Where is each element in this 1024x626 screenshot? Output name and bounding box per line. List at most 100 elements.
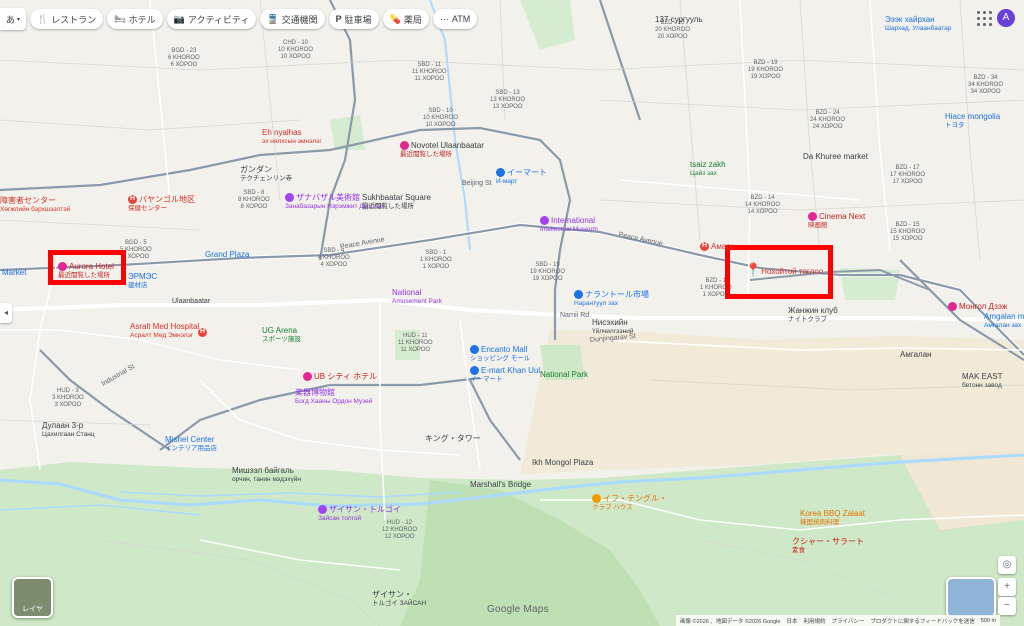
poi-national-park[interactable]: National Park (540, 370, 588, 379)
district-label: BZD - 14 14 KHOROO 14 ХОРОО (745, 195, 781, 215)
layers-label: レイヤ (22, 606, 43, 613)
zoom-out-button[interactable]: − (998, 597, 1016, 615)
poi-sukhbaatar-square[interactable]: Sukhbaatar Square 最近閲覧した場所 (362, 193, 431, 211)
poi-novotel[interactable]: Novotel Ulaanbaatar 最近閲覧した場所 (400, 141, 484, 159)
fork-knife-icon: 🍴 (37, 13, 49, 24)
apps-grid-icon[interactable] (975, 9, 995, 29)
poi-dulaan-station[interactable]: Дулаан 3-р Цахилгаан Станц (42, 421, 95, 439)
camera-icon: 📷 (173, 13, 185, 24)
shopping-cart-icon (496, 168, 505, 178)
district-label: SBD - 10 10 KHOROO 10 ХОРОО (423, 108, 459, 128)
ime-indicator[interactable]: あ ▾ (0, 8, 26, 30)
chevron-down-icon: ▾ (17, 16, 21, 23)
poi-zhanzhin-club[interactable]: Жанжин клуб ナイトクラブ (788, 306, 838, 324)
chip-parking[interactable]: P 駐車場 (328, 9, 379, 29)
hospital-icon (700, 241, 709, 252)
chip-atm[interactable]: ⋯ ATM (432, 9, 478, 29)
poi-mishel-nature[interactable]: Мишээл байгаль орчин, танин мэдэхүйн (232, 466, 301, 484)
poi-nisekh-service[interactable]: Нисэхийн Үйлчилгээний (592, 318, 634, 336)
poi-grand-plaza[interactable]: Grand Plaza (205, 250, 249, 259)
poi-ug-arena[interactable]: UG Arena スポーツ施設 (262, 326, 301, 344)
poi-asralt-hospital[interactable]: Asralt Med Hospital Асралт Мед Эмнэлэг (130, 322, 207, 340)
street-view-thumbnail[interactable] (946, 577, 996, 618)
district-label: BZD - 34 34 KHOROO 34 ХОРОО (968, 75, 1004, 95)
category-chips-bar: あ ▾ 🍴 レストラン 🛏 ホテル 📷 アクティビティ 🚆 交通機関 P 駐車場 💊 薬局 ⋯… (0, 8, 478, 30)
highlight-box-aurora (48, 250, 126, 285)
atm-icon: ⋯ (439, 13, 449, 24)
poi-club-house[interactable]: イフ・テングル・ クラブ ハウス (592, 494, 667, 512)
poi-korea-bbq[interactable]: Korea BBQ Zalaat 韓国焼肉料理 (800, 509, 865, 527)
poi-sharkhad[interactable]: Эээк хайрхан Шархад, Улаанбаатар (885, 15, 951, 33)
district-label: SBD - 8 8 KHOROO 8 ХОРОО (238, 190, 270, 210)
poi-bogd-khan-museum[interactable]: 楽器博物館 Богд Хааны Ордон Музей (295, 388, 372, 406)
poi-gandan[interactable]: ガンダン テクチェンリン寺 (240, 165, 292, 183)
poi-intl-museum[interactable]: International Intellectual Museum (540, 216, 598, 234)
pharmacy-icon: 💊 (389, 13, 401, 24)
chevron-left-icon: ◂ (3, 308, 8, 317)
footer-link-country[interactable]: 日本 (786, 617, 797, 625)
poi-narantuul[interactable]: ナラントール市場 Нарантуул зах (574, 290, 649, 308)
poi-mongol-dz[interactable]: Монгол Дзэж (948, 302, 1007, 312)
poi-ikh-mongol-plaza[interactable]: Ikh Mongol Plaza (532, 458, 593, 467)
poi-eh-nyalhas[interactable]: Eh nyalhas эх нялхсын эмнэлэг (262, 128, 322, 146)
transit-icon: 🚆 (267, 13, 279, 24)
hotel-icon (948, 302, 957, 312)
hotel-icon (303, 372, 312, 382)
chip-transit[interactable]: 🚆 交通機関 (260, 9, 325, 29)
zoom-in-button[interactable]: + (998, 578, 1016, 596)
district-label: HUD - 11 11 KHOROO 11 ХОРОО (398, 333, 433, 353)
footer-link-feedback[interactable]: プロダクトに関するフィードバックを送信 (870, 617, 974, 625)
poi-school-137[interactable]: 137 сургууль (655, 15, 703, 24)
poi-bayangol-health[interactable]: バヤンゴル地区保健センター (128, 194, 195, 213)
scale-bar[interactable]: 500 m (981, 618, 996, 624)
poi-mak-east[interactable]: MAK EAST бетонн завод (962, 372, 1002, 390)
poi-emart-khan-uul[interactable]: E-mart Khan Uul イーマート (470, 366, 540, 384)
poi-ub-city-hotel[interactable]: UB シティ ホテル (303, 372, 377, 382)
poi-zaisan-hill[interactable]: ザイサン・ トルゴイ ЗАЙСАН (372, 590, 426, 608)
poi-emart[interactable]: イーマート И-март (496, 168, 547, 186)
poi-ermes[interactable]: ЭРМЭС 建材店 (128, 272, 157, 290)
poi-cinema-next[interactable]: Cinema Next 映画館 (808, 212, 865, 230)
hospital-icon (198, 327, 207, 337)
chip-hotels[interactable]: 🛏 ホテル (107, 9, 163, 29)
poi-mishel-center[interactable]: Mishel Center インテリア用品店 (165, 435, 217, 453)
parking-icon: P (335, 14, 342, 24)
locate-me-icon[interactable]: ◎ (998, 556, 1016, 574)
poi-zaisan-tolgoi[interactable]: ザイサン・トルゴイ Зайсан толгой (318, 505, 401, 523)
poi-disability-center[interactable]: 障害者センター Хөгжлийн бэрхшээлтэй (0, 196, 70, 214)
chip-activities[interactable]: 📷 アクティビティ (166, 9, 257, 29)
district-label: SBD - 1 1 KHOROO 1 ХОРОО (420, 250, 452, 270)
poi-amgalan-area[interactable]: Амгалан (900, 350, 932, 359)
copyright-text: 画像 ©2026 、地図データ ©2026 Google (680, 618, 781, 625)
district-label: SBD - 11 11 KHOROO 11 ХОРОО (412, 62, 447, 82)
poi-khuzhaa[interactable]: クシャー・サラート 素食 (792, 537, 864, 555)
poi-hiace[interactable]: Hiace mongolia トヨタ (945, 112, 1000, 130)
district-label: BGD - 23 6 KHOROO 6 ХОРОО (168, 48, 200, 68)
poi-amarbaya[interactable]: Амарь (700, 241, 735, 252)
collapse-panel-button[interactable]: ◂ (0, 303, 12, 323)
chip-restaurants[interactable]: 🍴 レストラン (30, 9, 104, 29)
layers-toggle[interactable]: レイヤ (12, 577, 53, 618)
footer-link-privacy[interactable]: プライバシー (831, 617, 864, 625)
district-label: HUD - 3 3 KHOROO 3 ХОРОО (52, 388, 84, 408)
poi-market-left[interactable]: Market (2, 268, 26, 277)
poi-tsaiz-zakh[interactable]: tsaiz zakh Цайз зах (690, 160, 726, 178)
google-maps-logo: Google Maps (487, 604, 549, 615)
museum-icon (285, 193, 294, 203)
footer-link-terms[interactable]: 利用規約 (803, 617, 825, 625)
poi-amgalan-market[interactable]: Amgalan maАмгалан зах (984, 312, 1024, 330)
poi-amusement-park[interactable]: National Amusement Park (392, 288, 442, 306)
hospital-icon (128, 194, 137, 205)
poi-encanto-mall[interactable]: Encanto Mall ショッピング モール (470, 345, 530, 363)
district-label: SBD - 19 19 KHOROO 19 ХОРОО (530, 262, 566, 282)
poi-da-khuree-market[interactable]: Da Khuree market (803, 152, 868, 161)
film-icon (808, 212, 817, 222)
poi-king-tower[interactable]: キング・タワー (425, 434, 481, 443)
road-label: Beijing St (462, 180, 492, 187)
hotel-icon (400, 141, 409, 151)
bed-icon: 🛏 (114, 13, 126, 24)
account-avatar[interactable]: A (997, 9, 1015, 27)
poi-marshalls-bridge[interactable]: Marshall's Bridge (470, 480, 531, 489)
chip-pharmacy[interactable]: 💊 薬局 (382, 9, 429, 29)
shopping-cart-icon (470, 366, 479, 376)
